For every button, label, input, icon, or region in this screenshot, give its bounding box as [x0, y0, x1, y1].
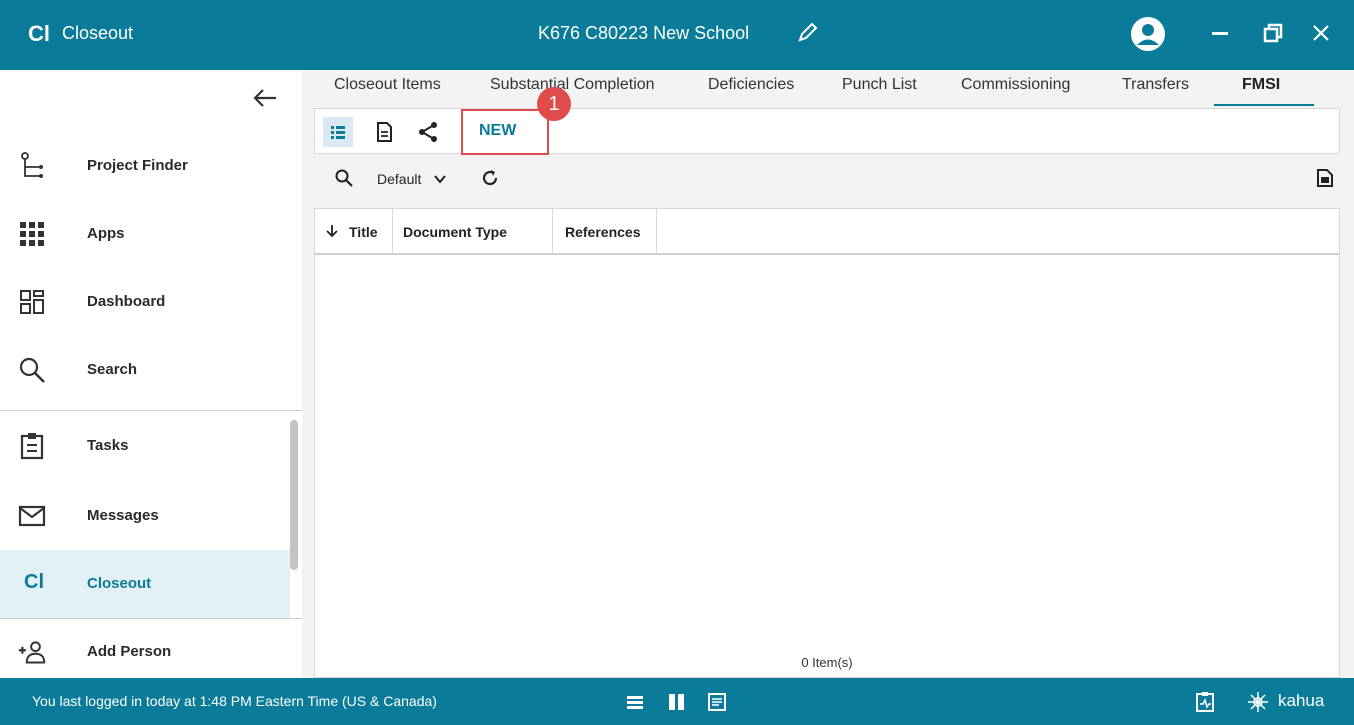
column-header-references[interactable]: References	[553, 209, 657, 253]
tab-closeout-items[interactable]: Closeout Items	[334, 76, 441, 94]
callout-highlight	[461, 109, 549, 155]
sidebar-item-search[interactable]: Search	[0, 336, 290, 404]
search-icon[interactable]	[334, 168, 354, 188]
tab-bar: Closeout Items Substantial Completion De…	[302, 70, 1354, 106]
sidebar-item-label: Search	[87, 361, 138, 378]
filter-row: Default	[314, 162, 1340, 192]
toolbar: NEW 1	[314, 87, 1340, 155]
menu-lines-icon[interactable]	[624, 691, 646, 713]
sidebar-item-project-finder[interactable]: Project Finder	[0, 132, 290, 200]
document-view-button[interactable]	[369, 117, 399, 147]
status-bar: You last logged in today at 1:48 PM East…	[0, 678, 1354, 725]
apps-grid-icon	[20, 222, 44, 246]
app-name: Closeout	[62, 23, 134, 43]
clipboard-icon	[20, 433, 44, 460]
closeout-app-icon: Cl	[24, 571, 44, 593]
sidebar-scrollbar[interactable]	[290, 420, 298, 570]
kahua-brand: kahua	[1278, 691, 1325, 710]
tab-substantial-completion[interactable]: Substantial Completion	[490, 76, 655, 94]
sidebar-divider	[0, 410, 302, 411]
view-selector[interactable]: Default	[377, 171, 421, 187]
tab-transfers[interactable]: Transfers	[1122, 76, 1189, 94]
user-avatar-icon[interactable]	[1130, 16, 1166, 52]
activity-clipboard-icon[interactable]	[1194, 691, 1216, 713]
column-header-title[interactable]: Title	[315, 209, 393, 253]
data-grid: Title Document Type References 0 Item(s)	[314, 208, 1340, 678]
sidebar-item-closeout[interactable]: Cl Closeout	[0, 550, 290, 618]
main-content: Closeout Items Substantial Completion De…	[302, 70, 1354, 678]
share-button[interactable]	[413, 117, 443, 147]
share-icon	[419, 122, 437, 142]
back-arrow-icon[interactable]	[250, 84, 280, 112]
tab-commissioning[interactable]: Commissioning	[961, 76, 1070, 94]
title-bar: Cl Closeout K676 C80223 New School	[0, 0, 1354, 70]
document-icon	[377, 122, 392, 142]
list-view-button[interactable]	[323, 117, 353, 147]
detail-view-icon[interactable]	[706, 691, 728, 713]
search-icon	[19, 357, 45, 383]
chevron-down-icon[interactable]	[432, 172, 448, 186]
column-header-document-type[interactable]: Document Type	[393, 209, 553, 253]
sidebar-item-apps[interactable]: Apps	[0, 200, 290, 268]
sidebar-item-label: Project Finder	[87, 157, 188, 174]
grid-header: Title Document Type References	[315, 209, 1339, 255]
refresh-icon[interactable]	[480, 168, 500, 188]
add-person-icon	[18, 641, 46, 664]
last-login-message: You last logged in today at 1:48 PM East…	[32, 693, 437, 709]
sidebar-item-label: Closeout	[87, 575, 152, 592]
sidebar-item-messages[interactable]: Messages	[0, 482, 290, 550]
pencil-icon[interactable]	[796, 20, 820, 44]
tab-fmsi[interactable]: FMSI	[1242, 76, 1280, 94]
export-document-icon[interactable]	[1316, 168, 1334, 188]
sidebar-item-label: Tasks	[87, 437, 129, 454]
tab-deficiencies[interactable]: Deficiencies	[708, 76, 794, 94]
sort-arrow-down-icon	[326, 225, 338, 238]
column-label: References	[565, 224, 641, 240]
active-tab-indicator	[1214, 104, 1314, 106]
item-count: 0 Item(s)	[801, 655, 853, 670]
sidebar-item-tasks[interactable]: Tasks	[0, 412, 290, 480]
dashboard-icon	[20, 290, 44, 314]
callout-badge: 1	[537, 87, 571, 121]
project-finder-icon	[21, 152, 43, 178]
envelope-icon	[18, 505, 46, 527]
close-icon[interactable]	[1310, 22, 1332, 44]
split-view-icon[interactable]	[666, 691, 688, 713]
kahua-logo-icon	[1248, 692, 1268, 712]
minimize-icon[interactable]	[1208, 21, 1232, 45]
project-title[interactable]: K676 C80223 New School	[538, 23, 749, 44]
sidebar-item-add-person[interactable]: Add Person	[0, 618, 290, 678]
sidebar-item-label: Add Person	[87, 643, 172, 660]
sidebar: Project Finder Apps Dashboard Search Tas…	[0, 70, 302, 678]
restore-window-icon[interactable]	[1262, 22, 1284, 44]
sidebar-item-label: Messages	[87, 507, 159, 524]
sidebar-item-dashboard[interactable]: Dashboard	[0, 268, 290, 336]
sidebar-item-label: Dashboard	[87, 293, 166, 310]
tab-punch-list[interactable]: Punch List	[842, 76, 917, 94]
sidebar-item-label: Apps	[87, 225, 125, 242]
column-label: Title	[349, 224, 378, 240]
app-abbreviation: Cl	[28, 21, 50, 46]
column-label: Document Type	[403, 224, 507, 240]
list-view-icon	[331, 126, 345, 139]
